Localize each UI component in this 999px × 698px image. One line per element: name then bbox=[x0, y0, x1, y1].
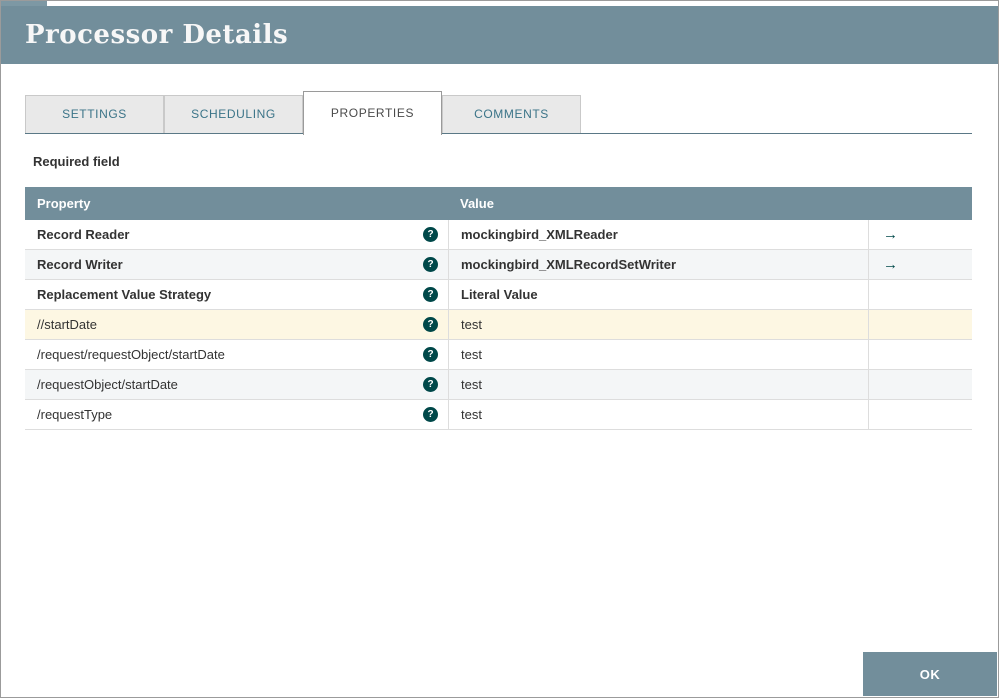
property-name: Replacement Value Strategy bbox=[37, 287, 212, 302]
nav-cell bbox=[868, 310, 972, 339]
help-icon[interactable]: ? bbox=[423, 347, 438, 362]
property-name: /requestType bbox=[37, 407, 113, 422]
nav-cell bbox=[868, 280, 972, 309]
nav-cell: → bbox=[868, 250, 972, 279]
table-row: /requestObject/startDate? test bbox=[25, 370, 972, 400]
properties-table-body: Record Reader? mockingbird_XMLReader → Reco… bbox=[25, 220, 972, 430]
help-icon[interactable]: ? bbox=[423, 287, 438, 302]
property-value: Literal Value bbox=[448, 280, 868, 309]
property-cell: Record Writer? bbox=[25, 250, 448, 279]
dialog-header: Processor Details bbox=[1, 6, 998, 64]
property-value: test bbox=[448, 400, 868, 429]
property-name: /requestObject/startDate bbox=[37, 377, 178, 392]
property-cell: //startDate? bbox=[25, 310, 448, 339]
property-cell: /requestType? bbox=[25, 400, 448, 429]
property-value: test bbox=[448, 310, 868, 339]
dialog-title: Processor Details bbox=[25, 20, 289, 50]
properties-table-header: Property Value bbox=[25, 187, 972, 220]
nav-cell bbox=[868, 340, 972, 369]
tab-settings[interactable]: SETTINGS bbox=[25, 95, 164, 133]
property-name: /request/requestObject/startDate bbox=[37, 347, 225, 362]
property-value: test bbox=[448, 370, 868, 399]
column-header-value: Value bbox=[460, 196, 494, 211]
help-icon[interactable]: ? bbox=[423, 227, 438, 242]
table-row: //startDate? test bbox=[25, 310, 972, 340]
table-row: Record Reader? mockingbird_XMLReader → bbox=[25, 220, 972, 250]
help-icon[interactable]: ? bbox=[423, 407, 438, 422]
help-icon[interactable]: ? bbox=[423, 317, 438, 332]
property-value: mockingbird_XMLReader bbox=[448, 220, 868, 249]
table-row: /request/requestObject/startDate? test bbox=[25, 340, 972, 370]
tab-scheduling[interactable]: SCHEDULING bbox=[164, 95, 303, 133]
property-cell: Replacement Value Strategy? bbox=[25, 280, 448, 309]
ok-button[interactable]: OK bbox=[863, 652, 997, 696]
property-name: //startDate bbox=[37, 317, 97, 332]
tab-bar: SETTINGS SCHEDULING PROPERTIES COMMENTS bbox=[25, 91, 972, 135]
properties-table: Property Value Record Reader? mockingbird… bbox=[25, 187, 972, 430]
nav-cell bbox=[868, 370, 972, 399]
goto-service-arrow-icon[interactable]: → bbox=[883, 256, 898, 273]
help-icon[interactable]: ? bbox=[423, 257, 438, 272]
table-row: Record Writer? mockingbird_XMLRecordSetWr… bbox=[25, 250, 972, 280]
tab-comments[interactable]: COMMENTS bbox=[442, 95, 581, 133]
property-value: mockingbird_XMLRecordSetWriter bbox=[448, 250, 868, 279]
required-field-label: Required field bbox=[33, 154, 120, 169]
property-cell: Record Reader? bbox=[25, 220, 448, 249]
table-row: /requestType? test bbox=[25, 400, 972, 430]
tab-properties[interactable]: PROPERTIES bbox=[303, 91, 442, 135]
goto-service-arrow-icon[interactable]: → bbox=[883, 226, 898, 243]
property-value: test bbox=[448, 340, 868, 369]
nav-cell bbox=[868, 400, 972, 429]
property-name: Record Writer bbox=[37, 257, 123, 272]
table-row: Replacement Value Strategy? Literal Value bbox=[25, 280, 972, 310]
property-name: Record Reader bbox=[37, 227, 130, 242]
column-header-nav bbox=[868, 187, 972, 220]
property-cell: /requestObject/startDate? bbox=[25, 370, 448, 399]
property-cell: /request/requestObject/startDate? bbox=[25, 340, 448, 369]
column-header-property: Property bbox=[37, 196, 91, 211]
nav-cell: → bbox=[868, 220, 972, 249]
help-icon[interactable]: ? bbox=[423, 377, 438, 392]
